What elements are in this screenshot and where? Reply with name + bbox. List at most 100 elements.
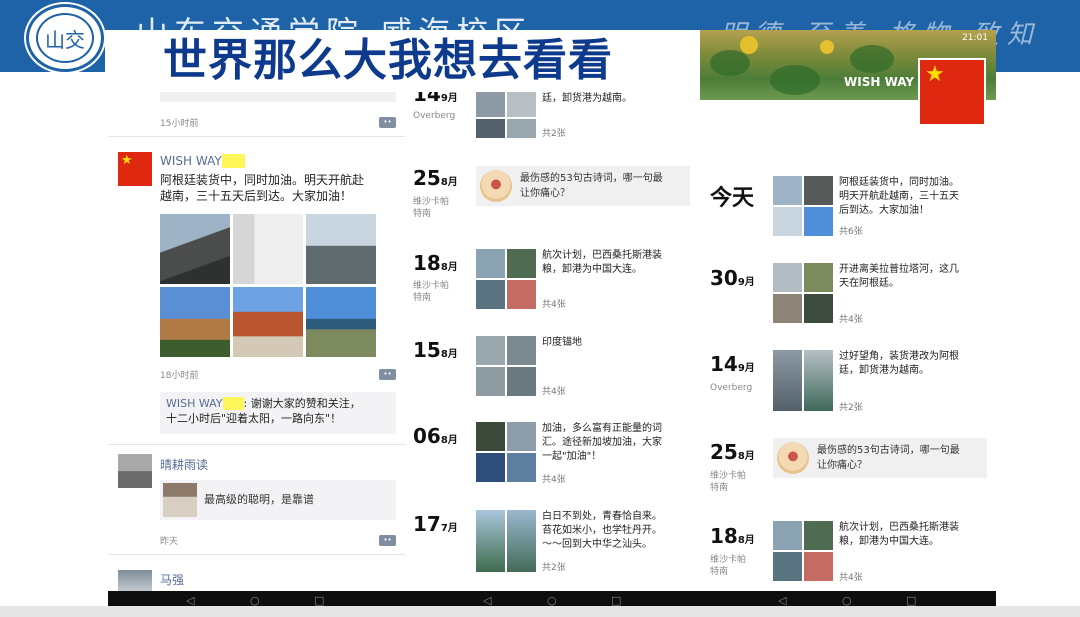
entry-date: 309月 [710, 266, 755, 290]
phone-screen-profile[interactable]: 21:01 WISH WAY ★ 今天 阿根廷装货中，同时加油。 明天开航赴越南，… [700, 30, 996, 592]
entry-text-line: 廷，卸货港为越南。 [542, 93, 632, 104]
link-thumbnail [163, 483, 197, 517]
photo-thumbnail[interactable] [306, 214, 376, 284]
photo-thumbnail[interactable] [507, 510, 536, 572]
photo-thumbnail[interactable] [804, 176, 833, 205]
photo-thumbnail[interactable] [804, 552, 833, 581]
photo-count: 共2张 [839, 403, 863, 413]
today-label: 今天 [710, 186, 755, 211]
photo-thumbnail[interactable] [773, 552, 802, 581]
redacted-name [222, 397, 244, 410]
shared-link-card[interactable]: 最伤感的53句古诗词，哪一句最 让你痛心？ [476, 166, 690, 206]
share-line: 让你痛心？ [520, 188, 570, 199]
entry-location: 维沙卡帕 特南 [413, 281, 450, 303]
photo-thumbnail[interactable] [773, 207, 802, 236]
date-month: 8月 [440, 177, 458, 188]
entry-text-line: 苔花如米小，也学牡丹开。 [542, 525, 662, 536]
photo-thumbnail[interactable] [507, 249, 536, 278]
photo-thumbnail[interactable] [773, 294, 802, 323]
photo-thumbnail[interactable] [507, 367, 536, 396]
link-thumbnail [777, 442, 809, 474]
photo-thumbnail[interactable] [476, 510, 505, 572]
photo-thumbnail[interactable] [476, 453, 505, 482]
photo-thumbnail[interactable] [507, 92, 536, 117]
entry-text-line: ～～回到大中华之汕头。 [542, 539, 652, 550]
entry-date: 258月 [710, 440, 755, 464]
photo-thumbnail[interactable] [773, 521, 802, 550]
post-username[interactable]: WISH WAY [160, 154, 245, 168]
photo-thumbnail[interactable] [476, 336, 505, 365]
entry-text: 阿根廷装货中，同时加油。 明天开航赴越南，三十五天 后到达。大家加油！ [839, 176, 959, 218]
phone-screen-album[interactable]: 149月 Overberg 廷，卸货港为越南。 共2张 258月 维沙卡帕 特南… [405, 92, 700, 592]
entry-text-line: 廷，卸货港为越南。 [839, 365, 929, 376]
shared-link-card[interactable]: 最高级的聪明，是靠谱 [160, 480, 396, 520]
comment-box: WISH WAY : 谢谢大家的赞和关注， 十二小时后"迎着太阳，一路向东"！ [160, 392, 396, 434]
date-day: 15 [413, 338, 441, 362]
comment-username-text: WISH WAY [166, 397, 223, 410]
photo-thumbnail[interactable] [507, 336, 536, 365]
shared-link-title: 最伤感的53句古诗词，哪一句最 让你痛心？ [817, 443, 960, 473]
photo-thumbnail[interactable] [507, 453, 536, 482]
avatar[interactable] [118, 454, 152, 488]
photo-thumbnail[interactable] [476, 367, 505, 396]
date-day: 25 [710, 440, 738, 464]
photo-thumbnail[interactable] [476, 422, 505, 451]
comment-icon[interactable]: •• [379, 117, 396, 128]
entry-text-line: 后到达。大家加油！ [839, 205, 929, 216]
photo-thumbnail[interactable] [507, 119, 536, 138]
shared-link-card[interactable]: 最伤感的53句古诗词，哪一句最 让你痛心？ [773, 438, 987, 478]
comment-icon[interactable]: •• [379, 369, 396, 380]
photo-thumbnail[interactable] [804, 207, 833, 236]
photo-count: 共4张 [542, 387, 566, 397]
photo-thumbnail[interactable] [804, 294, 833, 323]
profile-avatar[interactable]: ★ [918, 58, 986, 126]
photo-thumbnail[interactable] [476, 119, 505, 138]
photo-thumbnail[interactable] [804, 350, 833, 411]
avatar[interactable]: ★ [118, 152, 152, 186]
date-month: 8月 [737, 535, 755, 546]
photo-thumbnail[interactable] [773, 263, 802, 292]
photo-thumbnail[interactable] [233, 214, 303, 284]
link-thumbnail [480, 170, 512, 202]
avatar[interactable] [118, 570, 152, 592]
photo-thumbnail[interactable] [233, 287, 303, 357]
photo-thumbnail[interactable] [160, 214, 230, 284]
username-text: WISH WAY [160, 154, 222, 168]
photo-thumbnail[interactable] [773, 176, 802, 205]
photo-thumbnail[interactable] [804, 521, 833, 550]
shared-link-title: 最伤感的53句古诗词，哪一句最 让你痛心？ [520, 171, 663, 201]
entry-location: 维沙卡帕 特南 [710, 471, 747, 493]
previous-post-bar [160, 92, 396, 102]
date-month: 9月 [737, 363, 755, 374]
shared-link-title: 最高级的聪明，是靠谱 [204, 493, 314, 506]
entry-date: 149月 [710, 352, 755, 376]
entry-text-line: 印度锚地 [542, 337, 582, 348]
photo-thumbnail[interactable] [306, 287, 376, 357]
photo-thumbnail[interactable] [773, 350, 802, 411]
comment-icon[interactable]: •• [379, 535, 396, 546]
photo-thumbnail[interactable] [160, 287, 230, 357]
entry-date: 068月 [413, 424, 458, 448]
post-username[interactable]: 马强 [160, 571, 184, 588]
phone-screen-feed[interactable]: 15小时前 •• ★ WISH WAY 阿根廷装货中，同时加油。明天开航赴 越南… [108, 92, 405, 592]
comment-username[interactable]: WISH WAY [166, 397, 244, 410]
entry-text: 廷，卸货港为越南。 [542, 92, 632, 106]
date-month: 8月 [440, 349, 458, 360]
divider [108, 444, 405, 445]
entry-text-line: 粮，卸港为中国大连。 [542, 264, 642, 275]
photo-count: 共4张 [839, 573, 863, 583]
photo-thumbnail[interactable] [507, 280, 536, 309]
photo-thumbnail[interactable] [476, 92, 505, 117]
entry-text-line: 粮，卸港为中国大连。 [839, 536, 939, 547]
photo-thumbnail[interactable] [476, 249, 505, 278]
entry-text: 印度锚地 [542, 336, 582, 350]
photo-thumbnail[interactable] [804, 263, 833, 292]
photo-thumbnail[interactable] [476, 280, 505, 309]
post-username[interactable]: 晴耕雨读 [160, 456, 208, 473]
photo-thumbnail[interactable] [507, 422, 536, 451]
photo-count: 共4张 [542, 300, 566, 310]
entry-text: 航次计划，巴西桑托斯港装 粮，卸港为中国大连。 [839, 521, 959, 549]
date-day: 14 [413, 92, 441, 106]
flag-star-icon: ★ [121, 153, 133, 168]
entry-date: 188月 [413, 251, 458, 275]
